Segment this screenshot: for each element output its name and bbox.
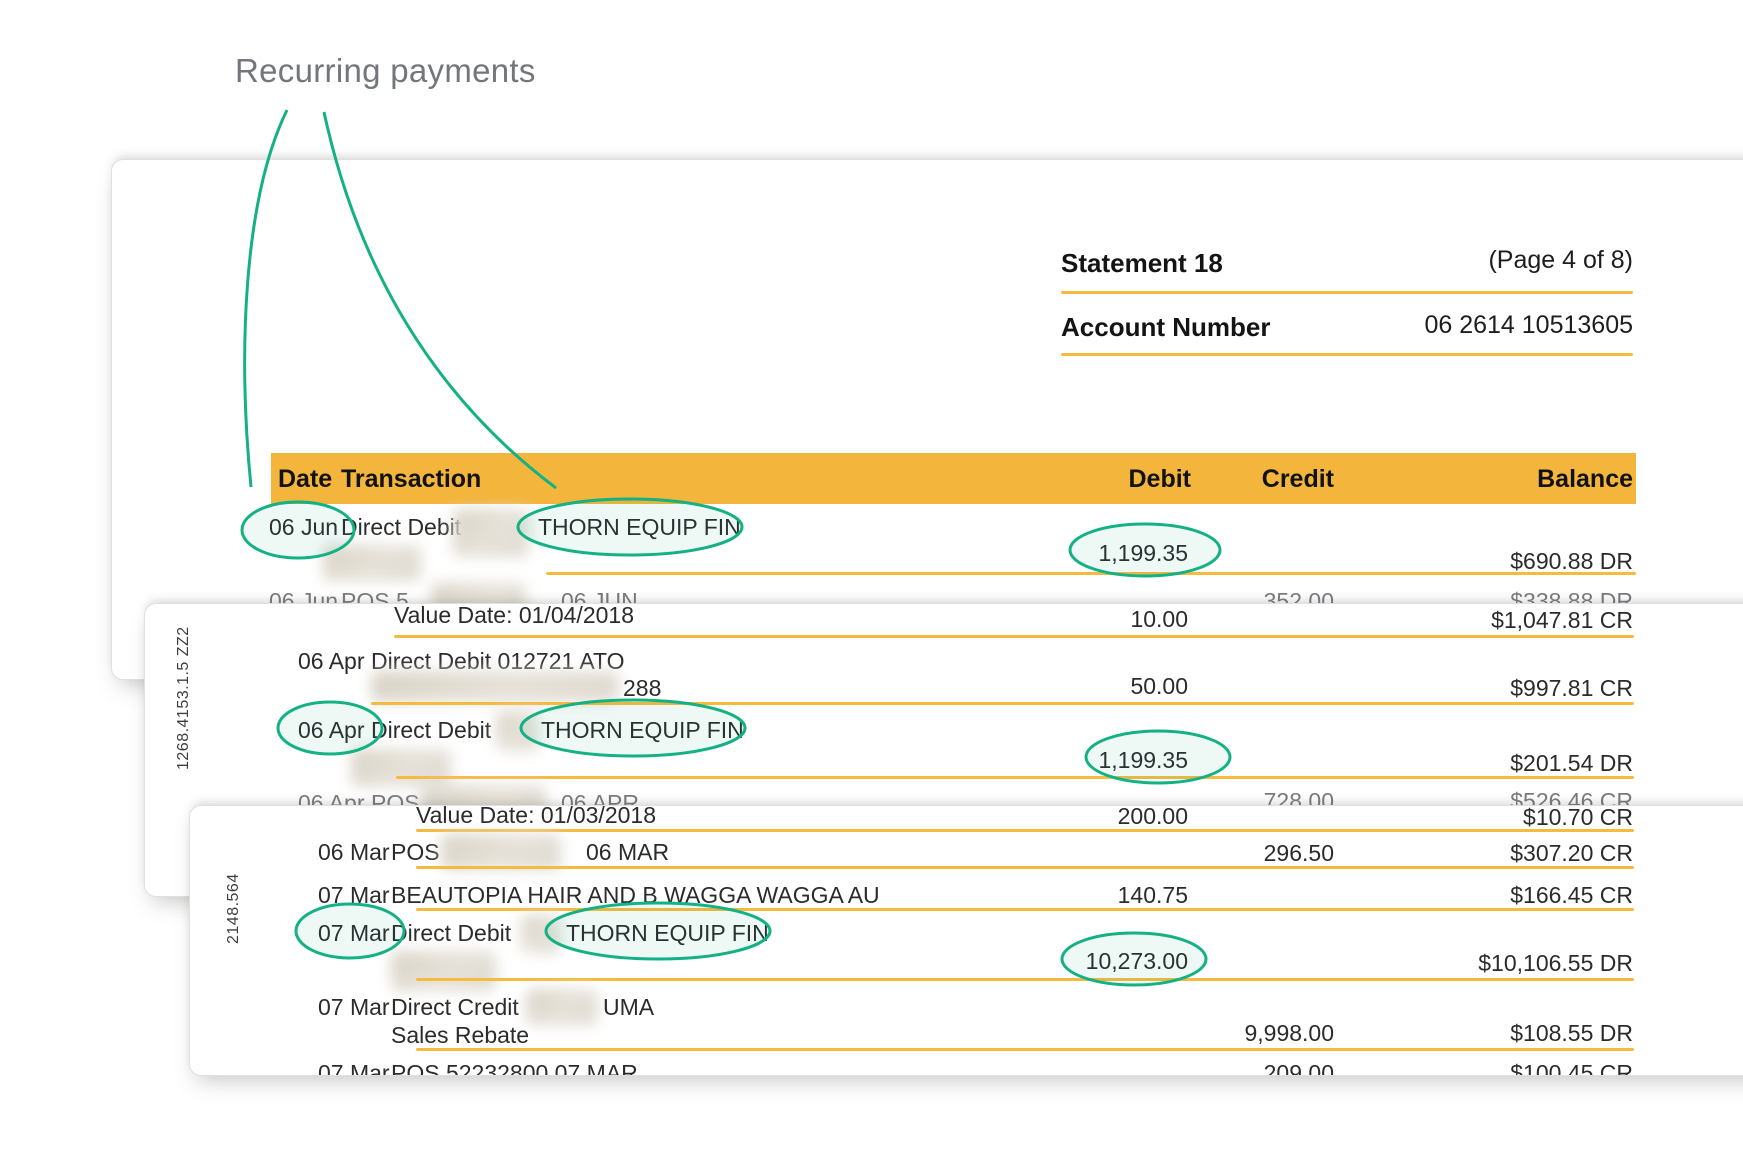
cell-description: Direct Debit (391, 920, 512, 946)
column-header-credit: Credit (1261, 465, 1334, 493)
redaction-blur (351, 749, 451, 787)
cell-debit: 1,199.35 (1098, 540, 1188, 566)
redaction-blur (391, 951, 496, 991)
column-header-balance: Balance (1537, 465, 1633, 493)
sheet-side-reference: 2148.564 (225, 873, 242, 944)
cell-date: 06 Mar (318, 839, 390, 865)
table-header-bar: Date Transaction Debit Credit Balance (271, 453, 1636, 504)
cell-debit: 10,273.00 (1085, 948, 1188, 974)
cell-date: 06 Apr (298, 717, 365, 743)
cell-description: POS 52232800 07 MAR (391, 1060, 638, 1076)
cell-description: BEAUTOPIA HAIR AND B WAGGA WAGGA AU (391, 882, 880, 908)
redaction-blur (521, 915, 561, 953)
cell-description: Direct Debit (341, 514, 462, 540)
cell-credit: 296.50 (1263, 840, 1334, 866)
cell-description-payee: THORN EQUIP FIN (538, 514, 741, 540)
row-separator (416, 978, 1634, 981)
cell-balance: $108.55 DR (1510, 1020, 1633, 1046)
cell-debit: 200.00 (1117, 805, 1188, 829)
statement-page-indicator: (Page 4 of 8) (1488, 246, 1633, 274)
cell-date: 07 Mar (318, 920, 390, 946)
cell-date: 06 Jun (269, 514, 339, 540)
redaction-blur (453, 509, 529, 557)
redaction-blur (323, 545, 421, 581)
cell-credit: 209.00 (1263, 1060, 1334, 1076)
account-number-value: 06 2614 10513605 (1424, 311, 1633, 339)
cell-debit: 50.00 (1130, 673, 1188, 699)
cell-balance: $10,106.55 DR (1478, 950, 1633, 976)
cell-balance: $166.45 CR (1510, 882, 1633, 908)
account-number-label: Account Number (1061, 312, 1271, 342)
cell-description-payee: THORN EQUIP FIN (566, 920, 769, 946)
statement-sheet-1: Statement 18 (Page 4 of 8) Account Numbe… (111, 159, 1743, 680)
cell-credit: 9,998.00 (1244, 1020, 1334, 1046)
recurring-payments-label: Recurring payments (235, 52, 536, 89)
redaction-blur (441, 834, 561, 870)
row-separator (371, 702, 1634, 705)
header-rule-2 (1061, 353, 1633, 356)
row-separator (416, 908, 1634, 911)
cell-balance: $997.81 CR (1510, 675, 1633, 701)
cell-description-suffix: UMA (603, 994, 655, 1020)
statement-title: Statement 18 (1061, 248, 1223, 278)
row-separator (396, 776, 1634, 779)
column-header-date: Date (278, 465, 333, 493)
cell-balance: $690.88 DR (1510, 548, 1633, 574)
cell-debit: 1,199.35 (1098, 747, 1188, 773)
bank-statement-screenshot: Recurring payments Statement 18 (Page 4 … (0, 0, 1743, 1153)
redaction-blur (371, 671, 619, 702)
cell-description-payee: THORN EQUIP FIN (541, 717, 744, 743)
cell-debit: 140.75 (1117, 882, 1188, 908)
column-header-transaction: Transaction (341, 465, 482, 493)
cell-debit: 10.00 (1130, 606, 1188, 632)
row-separator (394, 635, 1634, 638)
redaction-blur (496, 711, 538, 751)
cell-balance: $201.54 DR (1510, 750, 1633, 776)
cell-continuation: Value Date: 01/04/2018 (394, 603, 634, 628)
cell-description: POS (391, 839, 440, 865)
cell-balance: $307.20 CR (1510, 840, 1633, 866)
cell-description: Direct Credit (391, 994, 519, 1020)
cell-date: 06 Apr (298, 648, 365, 674)
statement-sheet-3: 2148.564 Value Date: 01/03/2018 200.00 $… (189, 805, 1743, 1076)
cell-continuation: Value Date: 01/03/2018 (416, 805, 656, 828)
row-separator (546, 572, 1636, 575)
cell-description: Direct Debit (371, 717, 492, 743)
sheet-side-reference: 1268.4153.1.5 ZZ2 (175, 626, 192, 770)
cell-balance: $10.70 CR (1523, 805, 1633, 830)
row-separator (416, 829, 1634, 832)
cell-date: 07 Mar (318, 994, 390, 1020)
cell-continuation: Sales Rebate (391, 1022, 530, 1048)
redaction-blur (526, 989, 598, 1025)
column-header-debit: Debit (1128, 465, 1192, 493)
cell-date: 07 Mar (318, 882, 390, 908)
cell-balance: $100.45 CR (1510, 1060, 1633, 1076)
cell-description-suffix: 06 MAR (586, 839, 670, 865)
row-separator (416, 866, 1634, 869)
cell-continuation-end: 288 (623, 675, 662, 701)
cell-date: 07 Mar (318, 1060, 390, 1076)
header-rule-1 (1061, 291, 1633, 294)
cell-balance: $1,047.81 CR (1491, 607, 1633, 633)
row-separator (416, 1048, 1634, 1051)
